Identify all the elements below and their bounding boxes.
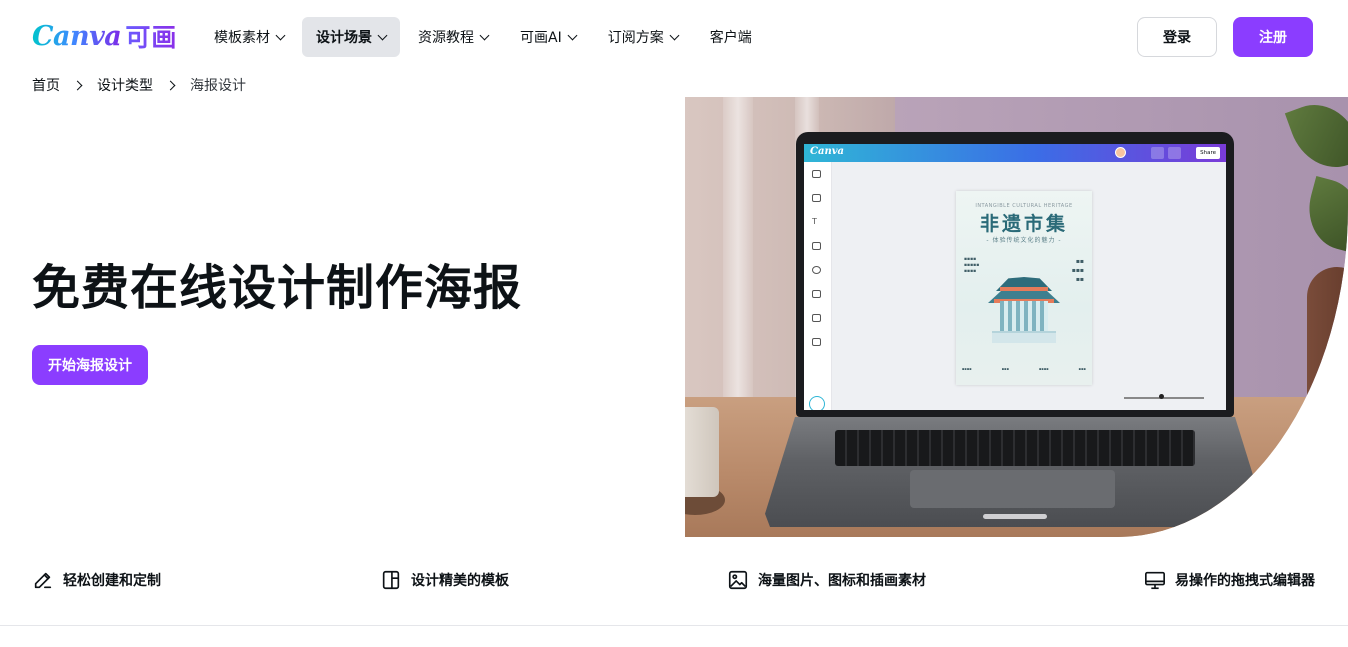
nav-design-scenarios-label: 设计场景: [316, 30, 372, 46]
register-button[interactable]: 注册: [1233, 17, 1313, 57]
nav-templates-label: 模板素材: [214, 30, 270, 46]
editor-logo: Canva: [810, 146, 844, 157]
plant-pot: [1307, 267, 1348, 417]
chevron-right-icon: [165, 80, 176, 90]
apps-icon: [812, 338, 821, 346]
chart-icon: [1151, 147, 1164, 159]
poster-date: ▪▪ ▪▪▪ ▪▪: [1071, 258, 1084, 283]
nav-canva-ai-label: 可画AI: [520, 30, 562, 46]
poster-design: INTANGIBLE CULTURAL HERITAGE 非遗市集 - 体验传统…: [956, 191, 1092, 385]
chevron-right-icon: [72, 80, 83, 90]
feature-drag-drop-editor-label: 易操作的拖拽式编辑器: [1175, 573, 1315, 589]
draw-icon: [812, 290, 821, 298]
poster-subtitle: - 体验传统文化的魅力 -: [986, 237, 1062, 244]
magic-icon: [809, 396, 825, 410]
design-icon: [812, 170, 821, 178]
chevron-down-icon: [377, 30, 388, 40]
nav-desktop-app[interactable]: 客户端: [696, 17, 766, 57]
chevron-down-icon: [669, 30, 680, 40]
share-button: Share: [1196, 147, 1220, 159]
mug: [685, 407, 719, 497]
feature-drag-drop-editor: 易操作的拖拽式编辑器: [1144, 566, 1315, 594]
pavilion-base: [992, 331, 1056, 343]
poster-info-left: ▪▪▪▪ ▪▪▪▪▪ ▪▪▪▪: [964, 257, 980, 274]
avatar: [1115, 147, 1126, 158]
monitor-icon: [1145, 571, 1165, 590]
breadcrumb-poster-design: 海报设计: [190, 78, 246, 94]
nav-design-scenarios[interactable]: 设计场景: [302, 17, 400, 57]
login-button[interactable]: 登录: [1137, 17, 1217, 57]
pencil-icon: [34, 572, 52, 589]
feature-easy-create-label: 轻松创建和定制: [63, 573, 161, 589]
nav-canva-ai[interactable]: 可画AI: [506, 17, 590, 57]
canva-logo[interactable]: Canva 可画: [32, 16, 180, 56]
feature-easy-create: 轻松创建和定制: [32, 566, 161, 594]
pavilion-body: [1000, 301, 1048, 331]
pavilion-band: [1000, 287, 1048, 291]
nav-resources[interactable]: 资源教程: [404, 17, 502, 57]
laptop-trackpad: [910, 470, 1115, 508]
editor-sidebar: T: [804, 162, 832, 410]
feature-media-assets: 海量图片、图标和插画素材: [727, 566, 926, 594]
brand-icon: [812, 242, 821, 250]
feature-templates: 设计精美的模板: [380, 566, 509, 594]
uploads-icon: [812, 266, 821, 274]
zoom-slider-knob: [1159, 394, 1164, 399]
feature-templates-label: 设计精美的模板: [411, 573, 509, 589]
image-icon: [728, 570, 748, 590]
chevron-down-icon: [275, 30, 286, 40]
text-icon: T: [812, 217, 817, 226]
curtain-fold: [723, 97, 753, 417]
laptop-notch: [983, 514, 1047, 519]
nav-desktop-app-label: 客户端: [709, 30, 752, 46]
chevron-down-icon: [479, 30, 490, 40]
elements-icon: [812, 194, 821, 202]
folder-icon: [812, 314, 821, 322]
logo-wordmark: Canva: [32, 20, 122, 52]
section-divider: [0, 625, 1348, 626]
feature-list: 轻松创建和定制 设计精美的模板 海量图片、图标和插画素材 易操作的拖拽式编辑器: [0, 566, 1348, 594]
laptop-keyboard: [835, 430, 1195, 466]
page-title: 免费在线设计制作海报: [32, 260, 523, 316]
poster-title: 非遗市集: [979, 213, 1068, 235]
feature-media-assets-label: 海量图片、图标和插画素材: [758, 573, 926, 589]
comment-icon: [1168, 147, 1181, 159]
start-poster-design-button[interactable]: 开始海报设计: [32, 345, 148, 385]
breadcrumb-home[interactable]: 首页: [32, 75, 60, 95]
nav-templates[interactable]: 模板素材: [200, 17, 298, 57]
zoom-slider: [1124, 397, 1204, 399]
editor-topbar: Canva Share: [804, 144, 1226, 162]
laptop-screen: Canva Share T INTANGIBLE CULTURAL HERITA…: [796, 132, 1234, 417]
breadcrumb-design-types[interactable]: 设计类型: [97, 75, 153, 95]
nav-resources-label: 资源教程: [418, 30, 474, 46]
site-header: Canva 可画 模板素材 设计场景 资源教程 可画AI 订阅方案 客户端 登录…: [0, 0, 1348, 74]
poster-footer: ▪▪▪▪ ▪▪▪ ▪▪▪▪ ▪▪▪: [962, 367, 1086, 371]
editor-mockup: Canva Share T INTANGIBLE CULTURAL HERITA…: [804, 144, 1226, 410]
nav-pricing[interactable]: 订阅方案: [594, 17, 692, 57]
logo-chinese-wordmark: 可画: [125, 18, 177, 54]
nav-pricing-label: 订阅方案: [607, 30, 664, 46]
main-nav: 模板素材 设计场景 资源教程 可画AI 订阅方案 客户端: [200, 17, 766, 57]
chevron-down-icon: [567, 30, 578, 40]
template-layout-icon: [382, 570, 400, 590]
hero-laptop-image: Canva Share T INTANGIBLE CULTURAL HERITA…: [685, 97, 1348, 537]
breadcrumb: 首页 设计类型 海报设计: [32, 74, 246, 96]
